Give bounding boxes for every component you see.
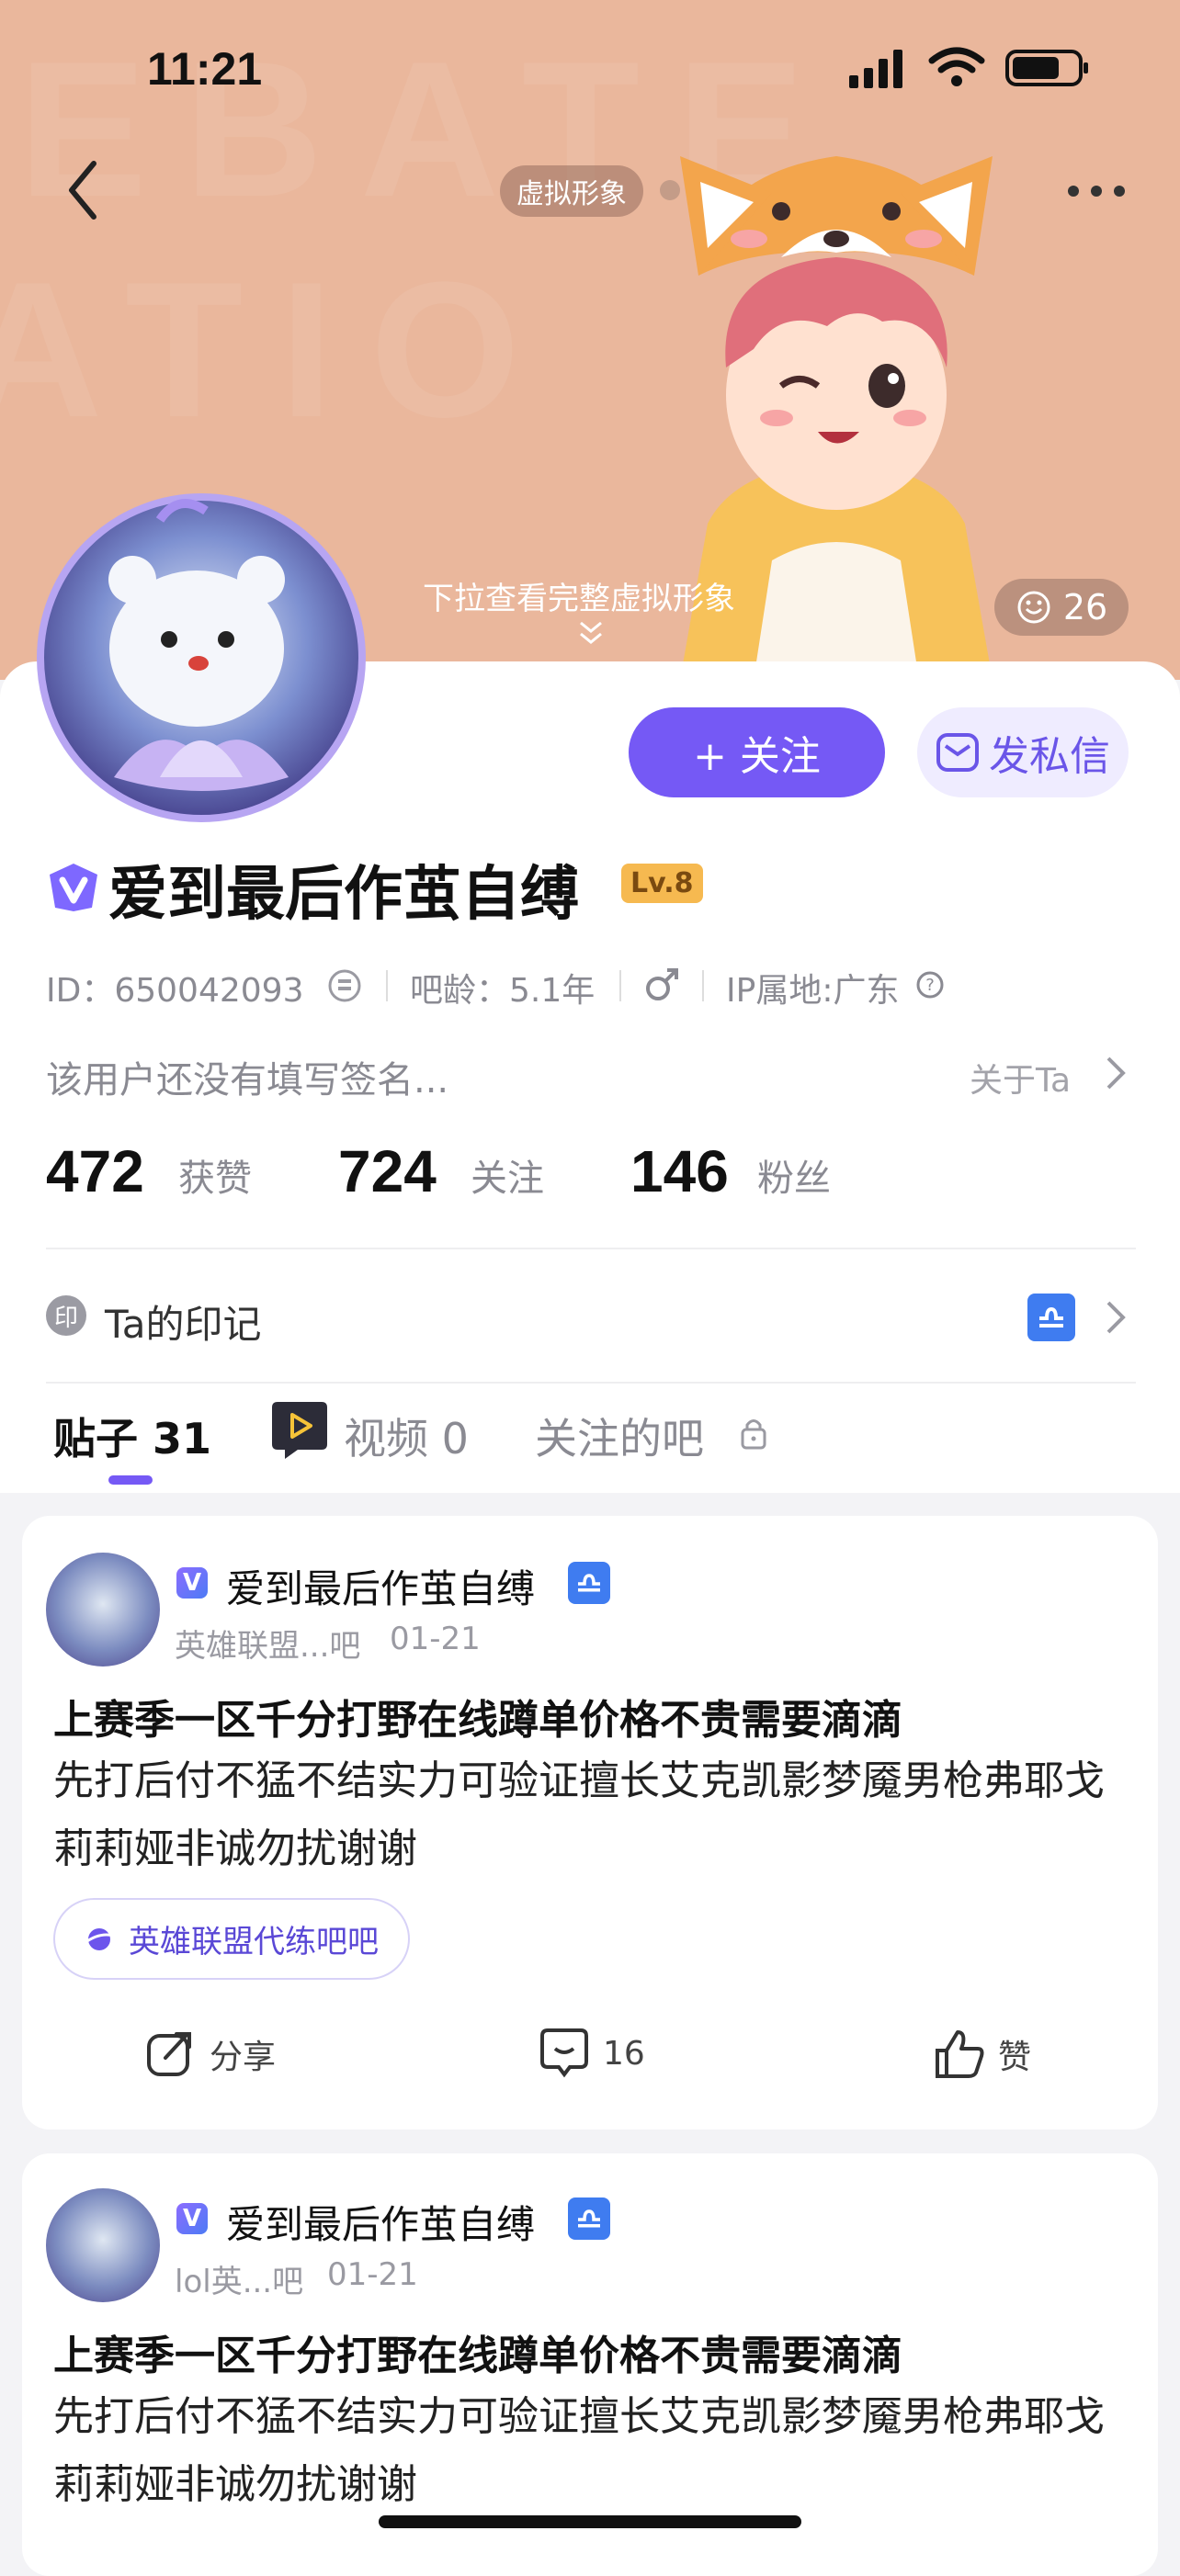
vip-badge-icon: V bbox=[176, 2203, 208, 2234]
comment-button[interactable]: 16 bbox=[539, 2027, 645, 2080]
smile-icon bbox=[1017, 591, 1050, 624]
post-avatar[interactable] bbox=[46, 1553, 160, 1666]
post-author[interactable]: 爱到最后作茧自缚 bbox=[226, 1558, 535, 1614]
like-label: 赞 bbox=[998, 2039, 1032, 2076]
post-forum-tag-label: 英雄联盟代练吧吧 bbox=[129, 1924, 379, 1960]
stat-fans-label: 粉丝 bbox=[757, 1158, 831, 1200]
stat-likes-label: 获赞 bbox=[178, 1158, 252, 1200]
post-body[interactable]: 先打后付不猛不结实力可验证擅长艾克凯影梦魇男枪弗耶戈莉莉娅非诚勿扰谢谢 bbox=[53, 2383, 1138, 2519]
planet-icon bbox=[84, 1927, 115, 1950]
help-icon[interactable]: ? bbox=[915, 970, 945, 1003]
battery-icon bbox=[1005, 48, 1090, 92]
status-time: 11:21 bbox=[147, 43, 263, 95]
pill-dot bbox=[660, 180, 680, 200]
copy-icon[interactable] bbox=[327, 968, 362, 1007]
back-icon[interactable] bbox=[64, 158, 101, 226]
post-date: 01-21 bbox=[390, 1621, 481, 1657]
stat-likes-value[interactable]: 472 bbox=[46, 1137, 144, 1205]
level-badge: Lv.8 bbox=[621, 864, 703, 903]
like-button[interactable]: 赞 bbox=[934, 2028, 1031, 2080]
post-avatar[interactable] bbox=[46, 2188, 160, 2302]
stat-following-value[interactable]: 724 bbox=[338, 1137, 437, 1205]
message-icon bbox=[936, 733, 979, 772]
about-link[interactable]: 关于Ta bbox=[970, 1054, 1071, 1102]
tab-posts[interactable]: 贴子 31 bbox=[53, 1406, 211, 1466]
stat-following-label: 关注 bbox=[471, 1158, 544, 1200]
avatar-likes-count: 26 bbox=[1062, 587, 1108, 627]
user-avatar[interactable] bbox=[31, 483, 371, 823]
more-icon[interactable] bbox=[1066, 184, 1127, 202]
post-title[interactable]: 上赛季一区千分打野在线蹲单价格不贵需要滴滴 bbox=[53, 1687, 902, 1746]
post-body[interactable]: 先打后付不猛不结实力可验证擅长艾克凯影梦魇男枪弗耶戈莉莉娅非诚勿扰谢谢 bbox=[53, 1747, 1138, 1883]
tab-posts-label: 贴子 bbox=[53, 1414, 138, 1463]
post-title[interactable]: 上赛季一区千分打野在线蹲单价格不贵需要滴滴 bbox=[53, 2322, 902, 2381]
svg-text:?: ? bbox=[925, 976, 935, 995]
share-button[interactable]: 分享 bbox=[145, 2028, 276, 2080]
tab-followed-bars[interactable]: 关注的吧 bbox=[535, 1406, 704, 1466]
stat-fans-value[interactable]: 146 bbox=[630, 1137, 729, 1205]
vip-badge-icon bbox=[46, 862, 101, 913]
divider bbox=[46, 1382, 1136, 1384]
male-icon bbox=[643, 966, 680, 1007]
pull-hint: 下拉查看完整虚拟形象 bbox=[423, 581, 735, 617]
avatar-label-pill[interactable]: 虚拟形象 bbox=[500, 165, 643, 217]
meta-divider bbox=[619, 970, 621, 1001]
lock-icon bbox=[739, 1417, 768, 1453]
post-author[interactable]: 爱到最后作茧自缚 bbox=[226, 2194, 535, 2250]
libra-icon bbox=[568, 1562, 610, 1604]
home-indicator bbox=[379, 2515, 801, 2528]
tab-videos-count: 0 bbox=[441, 1414, 469, 1463]
vip-badge-icon: V bbox=[176, 1567, 208, 1599]
mark-icon: 印 bbox=[46, 1295, 86, 1336]
thumbs-up-icon bbox=[936, 2030, 984, 2078]
share-label: 分享 bbox=[210, 2039, 277, 2076]
divider bbox=[46, 1248, 1136, 1249]
video-icon bbox=[270, 1398, 329, 1464]
tab-videos-label: 视频 bbox=[344, 1414, 428, 1463]
comment-count: 16 bbox=[603, 2034, 645, 2073]
bar-age: 吧龄：5.1年 bbox=[410, 972, 596, 1010]
post-forum[interactable]: lol英...吧 bbox=[175, 2256, 303, 2301]
meta-divider bbox=[386, 970, 388, 1001]
tab-videos[interactable]: 视频 0 bbox=[344, 1406, 469, 1466]
ip-location: IP属地:广东 bbox=[726, 972, 900, 1010]
post-date: 01-21 bbox=[327, 2256, 418, 2293]
meta-divider bbox=[702, 970, 704, 1001]
cellular-signal-icon bbox=[849, 48, 912, 92]
signature: 该用户还没有填写签名... bbox=[46, 1059, 449, 1102]
libra-icon bbox=[568, 2198, 610, 2240]
chevron-right-icon[interactable] bbox=[1105, 1299, 1127, 1339]
message-button[interactable]: 发私信 bbox=[917, 707, 1129, 797]
chevron-right-icon[interactable] bbox=[1105, 1055, 1127, 1095]
post-forum[interactable]: 英雄联盟...吧 bbox=[175, 1621, 360, 1666]
wifi-icon bbox=[928, 46, 985, 92]
follow-button[interactable]: + 关注 bbox=[629, 707, 885, 797]
double-chevron-down-icon bbox=[577, 619, 605, 650]
username: 爱到最后作茧自缚 bbox=[108, 861, 579, 929]
tab-posts-count: 31 bbox=[153, 1414, 212, 1463]
share-icon bbox=[147, 2032, 191, 2076]
message-label: 发私信 bbox=[989, 733, 1110, 780]
avatar-likes-chip[interactable]: 26 bbox=[994, 579, 1129, 636]
post-forum-tag[interactable]: 英雄联盟代练吧吧 bbox=[53, 1898, 410, 1980]
marks-label[interactable]: Ta的印记 bbox=[105, 1294, 261, 1350]
user-id: ID：650042093 bbox=[46, 972, 304, 1010]
banner-watermark: ATIO bbox=[0, 242, 558, 458]
comment-icon bbox=[540, 2028, 588, 2078]
tab-active-indicator bbox=[108, 1475, 153, 1485]
libra-icon bbox=[1027, 1294, 1075, 1341]
